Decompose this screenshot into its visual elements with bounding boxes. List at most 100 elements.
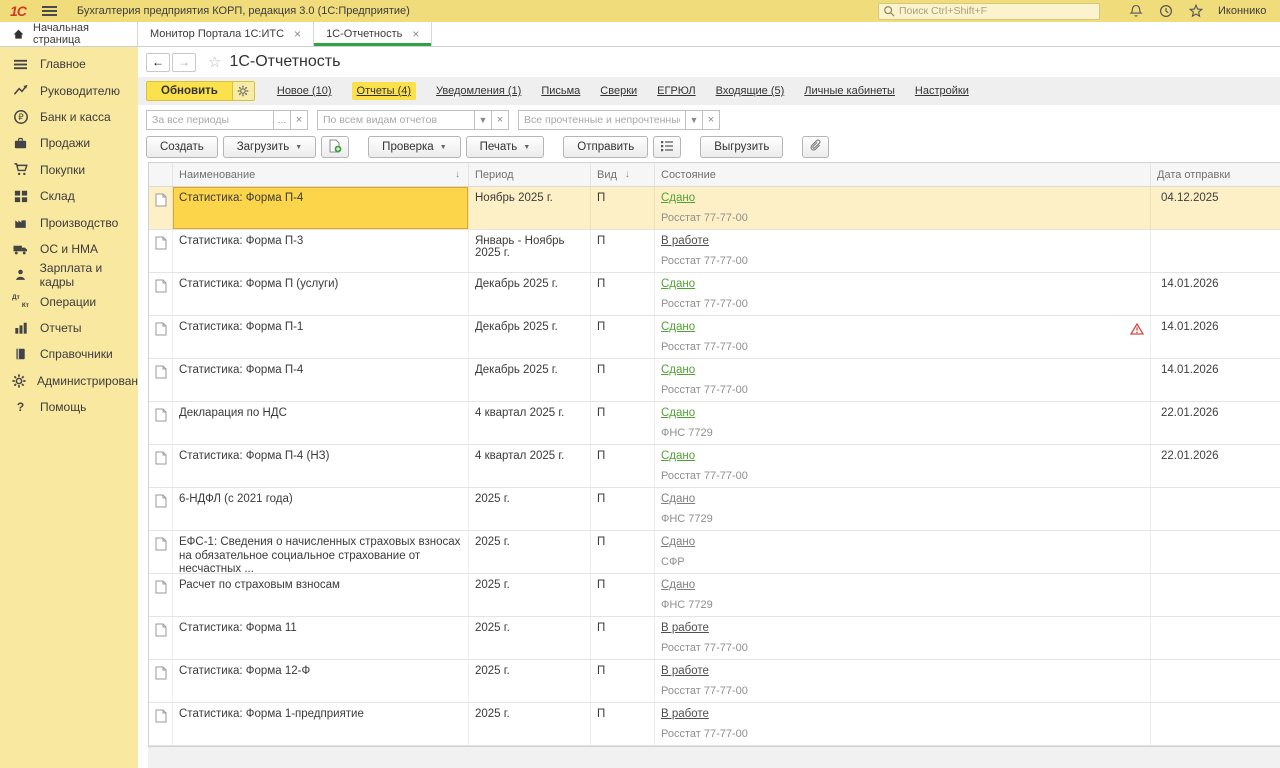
create-button[interactable]: Создать [146, 136, 218, 158]
nav-reports[interactable]: Отчеты (4) [352, 82, 417, 100]
print-button[interactable]: Печать▼ [466, 136, 545, 158]
status-link[interactable]: Сдано [661, 364, 695, 376]
clear-filter-icon[interactable]: × [703, 110, 720, 130]
column-header-name[interactable]: Наименование↓ [173, 163, 469, 186]
nav-new[interactable]: Новое (10) [277, 85, 332, 97]
report-type-filter-input[interactable] [317, 110, 475, 130]
nav-settings[interactable]: Настройки [915, 85, 969, 97]
status-link[interactable]: Сдано [661, 493, 695, 505]
export-button[interactable]: Выгрузить [700, 136, 783, 158]
sidebar-item-bank[interactable]: ₽Банк и касса [0, 104, 138, 130]
nav-incoming[interactable]: Входящие (5) [716, 85, 785, 97]
back-button[interactable]: ← [146, 53, 170, 72]
nav-egrul[interactable]: ЕГРЮЛ [657, 85, 695, 97]
report-name-cell[interactable]: Статистика: Форма П (услуги) [173, 273, 469, 315]
sidebar-item-administration[interactable]: Администрирование [0, 368, 138, 394]
table-row[interactable]: Статистика: Форма П-4Декабрь 2025 г.ПСда… [149, 359, 1280, 402]
sidebar-item-purchases[interactable]: Покупки [0, 157, 138, 183]
table-row[interactable]: ЕФС-1: Сведения о начисленных страховых … [149, 531, 1280, 574]
load-from-file-button[interactable] [321, 136, 349, 158]
report-name-cell[interactable]: Статистика: Форма П-1 [173, 316, 469, 358]
report-name-cell[interactable]: Статистика: Форма П-3 [173, 230, 469, 272]
report-name-cell[interactable]: Статистика: Форма 12-Ф [173, 660, 469, 702]
favorite-star-icon[interactable]: ☆ [208, 53, 221, 71]
column-header-period[interactable]: Период [469, 163, 591, 186]
sidebar-item-manager[interactable]: Руководителю [0, 77, 138, 103]
table-row[interactable]: Расчет по страховым взносам2025 г.ПСдано… [149, 574, 1280, 617]
period-filter-input[interactable] [146, 110, 274, 130]
dropdown-arrow-icon[interactable]: ▼ [686, 110, 703, 130]
load-button[interactable]: Загрузить▼ [223, 136, 316, 158]
report-name-cell[interactable]: 6-НДФЛ (с 2021 года) [173, 488, 469, 530]
favorites-star-icon[interactable] [1188, 3, 1204, 19]
tab-start-page[interactable]: Начальная страница [0, 22, 138, 46]
sidebar-item-payroll[interactable]: Зарплата и кадры [0, 262, 138, 288]
report-name-cell[interactable]: ЕФС-1: Сведения о начисленных страховых … [173, 531, 469, 573]
column-header-vid[interactable]: Вид↓ [591, 163, 655, 186]
status-link[interactable]: Сдано [661, 192, 695, 204]
table-row[interactable]: Статистика: Форма 12-Ф2025 г.ПВ работеРо… [149, 660, 1280, 703]
column-header-date[interactable]: Дата отправки [1151, 163, 1280, 186]
nav-reconciliations[interactable]: Сверки [600, 85, 637, 97]
status-link[interactable]: Сдано [661, 536, 695, 548]
global-search[interactable] [878, 3, 1100, 20]
history-icon[interactable] [1158, 3, 1174, 19]
forward-button[interactable]: → [172, 53, 196, 72]
tab-1c-reporting[interactable]: 1С-Отчетность× [314, 22, 432, 46]
send-list-button[interactable] [653, 136, 681, 158]
warning-icon[interactable] [1130, 323, 1144, 338]
tab-its-monitor[interactable]: Монитор Портала 1С:ИТС× [138, 22, 314, 46]
notifications-bell-icon[interactable] [1128, 3, 1144, 19]
table-row[interactable]: Статистика: Форма 112025 г.ПВ работеРосс… [149, 617, 1280, 660]
ellipsis-picker-icon[interactable]: … [274, 110, 291, 130]
attachments-button[interactable] [802, 136, 829, 158]
column-header-status[interactable]: Состояние [655, 163, 1151, 186]
table-row[interactable]: Статистика: Форма П-4Ноябрь 2025 г.ПСдан… [149, 187, 1280, 230]
status-link[interactable]: Сдано [661, 321, 695, 333]
sidebar-item-main[interactable]: Главное [0, 51, 138, 77]
status-link[interactable]: Сдано [661, 278, 695, 290]
sidebar-item-directories[interactable]: Справочники [0, 341, 138, 367]
sidebar-item-production[interactable]: Производство [0, 209, 138, 235]
refresh-settings-gear-icon[interactable] [233, 81, 255, 101]
sidebar-item-reports[interactable]: Отчеты [0, 315, 138, 341]
sidebar-item-sales[interactable]: Продажи [0, 130, 138, 156]
table-row[interactable]: Статистика: Форма 1-предприятие2025 г.ПВ… [149, 703, 1280, 746]
dropdown-arrow-icon[interactable]: ▼ [475, 110, 492, 130]
send-button[interactable]: Отправить [563, 136, 648, 158]
read-state-filter-input[interactable] [518, 110, 686, 130]
table-row[interactable]: Статистика: Форма П (услуги)Декабрь 2025… [149, 273, 1280, 316]
clear-filter-icon[interactable]: × [291, 110, 308, 130]
table-row[interactable]: 6-НДФЛ (с 2021 года)2025 г.ПСданоФНС 772… [149, 488, 1280, 531]
status-link[interactable]: В работе [661, 665, 709, 677]
status-link[interactable]: В работе [661, 622, 709, 634]
report-name-cell[interactable]: Расчет по страховым взносам [173, 574, 469, 616]
report-name-cell[interactable]: Декларация по НДС [173, 402, 469, 444]
table-row[interactable]: Статистика: Форма П-4 (НЗ)4 квартал 2025… [149, 445, 1280, 488]
nav-letters[interactable]: Письма [541, 85, 580, 97]
search-input[interactable] [899, 5, 1095, 17]
clear-filter-icon[interactable]: × [492, 110, 509, 130]
sidebar-item-help[interactable]: ?Помощь [0, 394, 138, 420]
current-user[interactable]: Иконнико [1218, 5, 1280, 17]
sidebar-item-warehouse[interactable]: Склад [0, 183, 138, 209]
status-link[interactable]: В работе [661, 235, 709, 247]
status-link[interactable]: В работе [661, 708, 709, 720]
table-row[interactable]: Статистика: Форма П-3Январь - Ноябрь 202… [149, 230, 1280, 273]
report-name-cell[interactable]: Статистика: Форма П-4 [173, 187, 469, 229]
sidebar-item-operations[interactable]: ДтКтОперации [0, 289, 138, 315]
main-menu-icon[interactable] [42, 4, 57, 18]
tab-close-icon[interactable]: × [294, 27, 301, 41]
refresh-button[interactable]: Обновить [146, 81, 233, 101]
tab-close-icon[interactable]: × [412, 27, 419, 41]
table-row[interactable]: Декларация по НДС4 квартал 2025 г.ПСдано… [149, 402, 1280, 445]
status-link[interactable]: Сдано [661, 450, 695, 462]
status-link[interactable]: Сдано [661, 407, 695, 419]
check-button[interactable]: Проверка▼ [368, 136, 460, 158]
table-row[interactable]: Статистика: Форма П-1Декабрь 2025 г.ПСда… [149, 316, 1280, 359]
nav-personal-accounts[interactable]: Личные кабинеты [804, 85, 895, 97]
report-name-cell[interactable]: Статистика: Форма П-4 (НЗ) [173, 445, 469, 487]
status-link[interactable]: Сдано [661, 579, 695, 591]
sidebar-item-fixed-assets[interactable]: ОС и НМА [0, 236, 138, 262]
report-name-cell[interactable]: Статистика: Форма П-4 [173, 359, 469, 401]
